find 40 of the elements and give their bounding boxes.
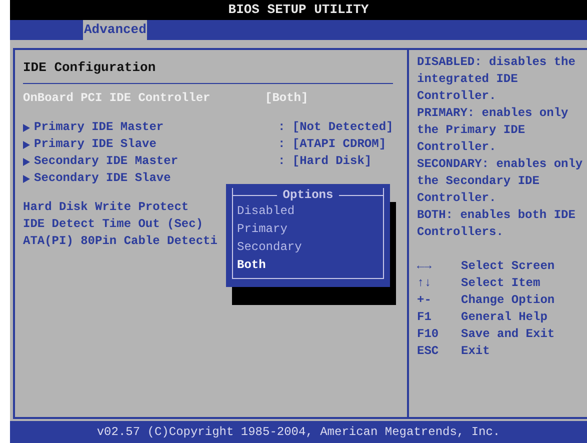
- menu-tab[interactable]: Advanced: [83, 20, 148, 40]
- popup-title: Options: [282, 188, 334, 202]
- triangle-icon: [23, 140, 30, 148]
- key-label: ESC: [417, 343, 440, 360]
- setting-label[interactable]: Primary IDE Master: [34, 119, 164, 136]
- key-action: Select Item: [461, 275, 540, 292]
- key-label: F10: [417, 326, 440, 343]
- option-item[interactable]: Both: [233, 256, 383, 274]
- option-item[interactable]: Secondary: [233, 238, 383, 256]
- setting-label[interactable]: ATA(PI) 80Pin Cable Detecti: [23, 233, 218, 250]
- key-label: ↑↓: [417, 275, 432, 292]
- help-text: SECONDARY: enables only the Secondary IDE Controller.: [417, 156, 583, 207]
- section-title: IDE Configuration: [23, 60, 157, 75]
- setting-label[interactable]: Primary IDE Slave: [34, 136, 156, 153]
- setting-value: : [Hard Disk]: [278, 153, 372, 170]
- setting-label[interactable]: Hard Disk Write Protect: [23, 199, 189, 216]
- help-text: BOTH: enables both IDE Controllers.: [417, 207, 576, 241]
- setting-label[interactable]: IDE Detect Time Out (Sec): [23, 216, 204, 233]
- help-text: PRIMARY: enables only the Primary IDE Controller.: [417, 105, 570, 156]
- triangle-icon: [23, 174, 30, 182]
- setting-value: : [ATAPI CDROM]: [278, 136, 386, 153]
- key-label: ←→: [417, 258, 432, 275]
- key-action: Select Screen: [461, 258, 555, 275]
- help-text: DISABLED: disables the integrated IDE Controller.: [417, 54, 576, 105]
- key-action: Change Option: [461, 292, 555, 309]
- key-action: General Help: [461, 309, 548, 326]
- key-label: F1: [417, 309, 432, 326]
- setting-label[interactable]: Secondary IDE Master: [34, 153, 178, 170]
- triangle-icon: [23, 124, 30, 132]
- window-title: BIOS SETUP UTILITY: [10, 0, 587, 20]
- key-label: +-: [417, 292, 432, 309]
- key-action: Save and Exit: [461, 326, 555, 343]
- key-action: Exit: [461, 343, 490, 360]
- setting-value: : [Not Detected]: [278, 119, 394, 136]
- triangle-icon: [23, 158, 30, 166]
- setting-value: [Both]: [265, 90, 308, 107]
- copyright-bar: v02.57 (C)Copyright 1985-2004, American Megatrends, Inc.: [10, 421, 587, 443]
- option-item[interactable]: Primary: [233, 220, 383, 238]
- option-item[interactable]: Disabled: [233, 202, 383, 220]
- setting-label[interactable]: Secondary IDE Slave: [34, 170, 171, 187]
